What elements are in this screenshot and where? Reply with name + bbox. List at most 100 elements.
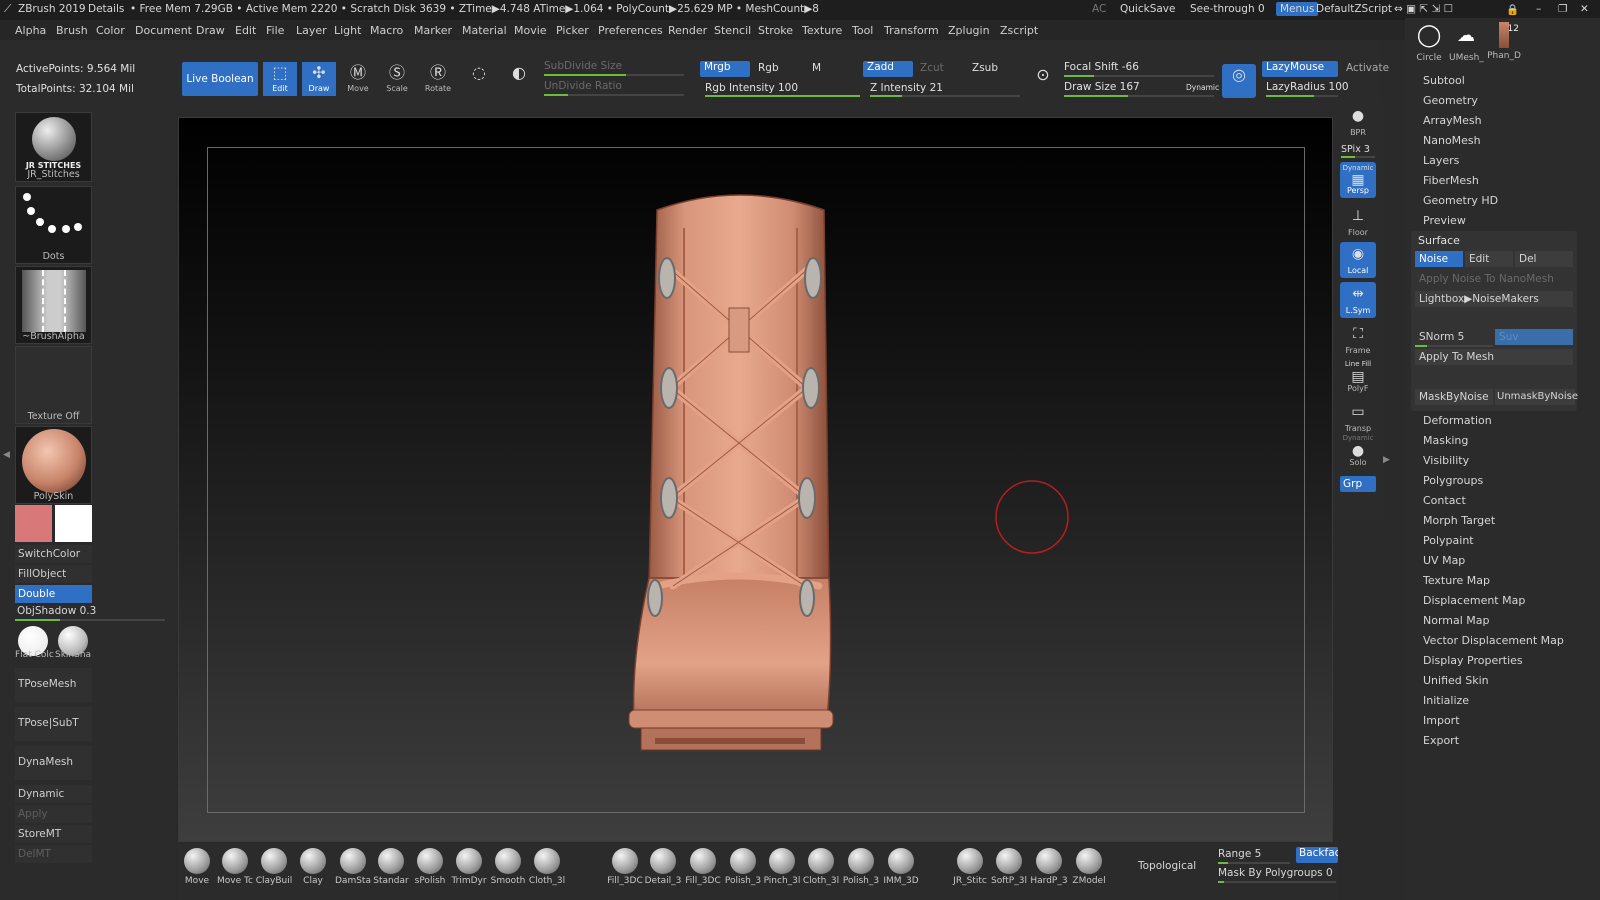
fibermesh-menu[interactable]: FiberMesh [1423,174,1479,187]
masking-menu[interactable]: Masking [1423,434,1468,447]
noise-button[interactable]: Noise [1415,251,1463,267]
visibility-menu[interactable]: Visibility [1423,454,1469,467]
topological-toggle[interactable]: Topological [1138,860,1196,872]
unmask-by-noise-button[interactable]: UnmaskByNoise [1495,389,1578,405]
lazy-mouse-button[interactable]: LazyMouse [1262,61,1338,77]
brush-shortcut-button[interactable]: Polish_3 [724,848,762,886]
floor-button[interactable]: ⊥ Floor [1340,204,1376,240]
snorm-slider[interactable]: SNorm 5 [1415,329,1493,345]
lsym-button[interactable]: ⇹ L.Sym [1340,282,1376,318]
menu-stroke[interactable]: Stroke [758,24,793,37]
menu-material[interactable]: Material [462,24,507,37]
rgb-intensity-slider[interactable]: Rgb Intensity 100 [705,82,798,94]
zcut-button[interactable]: Zcut [920,62,944,74]
apply-button[interactable]: Apply [15,805,92,823]
default-zscript-button[interactable]: DefaultZScript [1316,3,1392,15]
close-icon[interactable]: ✕ [1580,3,1589,15]
stroke-sculpt-button[interactable]: ⊙ [1026,64,1060,98]
minimize-icon[interactable]: – [1536,3,1541,15]
nanomesh-menu[interactable]: NanoMesh [1423,134,1481,147]
menu-edit[interactable]: Edit [235,24,256,37]
mask-by-noise-button[interactable]: MaskByNoise [1415,389,1493,405]
unified-skin-menu[interactable]: Unified Skin [1423,674,1489,687]
import-menu[interactable]: Import [1423,714,1460,727]
menu-marker[interactable]: Marker [414,24,452,37]
geometry-menu[interactable]: Geometry [1423,94,1478,107]
display-properties-menu[interactable]: Display Properties [1423,654,1523,667]
menu-file[interactable]: File [266,24,284,37]
draw-mode-button[interactable]: ✣ Draw [302,62,336,96]
brush-shortcut-button[interactable]: HardP_3 [1030,848,1068,886]
morph-target-menu[interactable]: Morph Target [1423,514,1495,527]
noise-del-button[interactable]: Del [1515,251,1573,267]
details-button[interactable]: Details [88,3,124,15]
move-mode-button[interactable]: Ⓜ Move [341,62,375,96]
brush-shortcut-button[interactable]: Move Tc [216,848,254,886]
lazy-radius-slider[interactable]: LazyRadius 100 [1266,81,1349,93]
mask-by-polygroups-slider[interactable]: Mask By Polygroups 0 [1218,867,1333,879]
undivide-ratio-slider[interactable]: UnDivide Ratio [544,80,622,92]
brush-shortcut-button[interactable]: sPolish [411,848,449,886]
brush-shortcut-button[interactable]: TrimDyr [450,848,488,886]
polygroups-menu[interactable]: Polygroups [1423,474,1483,487]
live-boolean-button[interactable]: Live Boolean [182,62,258,96]
vector-displacement-map-menu[interactable]: Vector Displacement Map [1423,634,1564,647]
subdivide-size-slider[interactable]: SubDivide Size [544,60,622,72]
store-mt-button[interactable]: StoreMT [15,825,92,843]
solo-button[interactable]: Dynamic ● Solo [1340,434,1376,470]
menu-brush[interactable]: Brush [56,24,88,37]
layout-icons[interactable]: ⇔ ▣ ⇱ ⇲ ☐ [1394,3,1453,15]
menu-macro[interactable]: Macro [370,24,403,37]
apply-noise-nanomesh-button[interactable]: Apply Noise To NanoMesh [1415,271,1573,287]
switch-color-button[interactable]: SwitchColor [15,545,92,563]
z-intensity-slider[interactable]: Z Intensity 21 [870,82,943,94]
uv-map-menu[interactable]: UV Map [1423,554,1465,567]
export-menu[interactable]: Export [1423,734,1459,747]
draw-size-slider[interactable]: Draw Size 167 [1064,81,1140,93]
menu-movie[interactable]: Movie [514,24,547,37]
menu-stencil[interactable]: Stencil [714,24,751,37]
frame-button[interactable]: ⛶ Frame [1340,322,1376,358]
menu-layer[interactable]: Layer [296,24,327,37]
restore-icon[interactable]: ❐ [1558,3,1567,15]
backface-mask-button[interactable]: Backfac [1296,847,1338,863]
brush-shortcut-button[interactable]: JR_Stitc [951,848,989,886]
brush-shortcut-button[interactable]: DamSta [334,848,372,886]
alpha-thumbnail[interactable]: ~BrushAlpha [15,266,92,344]
menus-toggle[interactable]: Menus [1276,2,1319,16]
circle-tool-thumb[interactable]: ◯ Circle [1413,22,1445,63]
geometry-hd-menu[interactable]: Geometry HD [1423,194,1498,207]
canvas-viewport[interactable] [178,117,1333,842]
normal-map-menu[interactable]: Normal Map [1423,614,1490,627]
initialize-menu[interactable]: Initialize [1423,694,1469,707]
brush-shortcut-button[interactable]: Fill_3DC [606,848,644,886]
brush-thumbnail[interactable]: JR STITCHES JR_Stitches [15,112,92,182]
stroke-thumbnail[interactable]: Dots [15,186,92,264]
arraymesh-menu[interactable]: ArrayMesh [1423,114,1482,127]
persp-button[interactable]: Dynamic ▦ Persp [1340,162,1376,198]
noise-edit-button[interactable]: Edit [1465,251,1513,267]
lazy-mouse-toggle-button[interactable]: ◎ [1222,64,1256,98]
local-button[interactable]: ◉ Local [1340,242,1376,278]
brush-shortcut-button[interactable]: Cloth_3l [528,848,566,886]
spix-slider[interactable]: SPix 3 [1341,144,1370,155]
brush-shortcut-button[interactable]: Standar [372,848,410,886]
menu-tool[interactable]: Tool [852,24,873,37]
brush-shortcut-button[interactable]: Clay [294,848,332,886]
right-tray-handle-icon[interactable]: ▶ [1383,455,1390,465]
scale-mode-button[interactable]: Ⓢ Scale [380,62,414,96]
menu-texture[interactable]: Texture [802,24,842,37]
tpose-subt-button[interactable]: TPose|SubT [15,707,92,741]
brush-shortcut-button[interactable]: ZModel [1070,848,1108,886]
surface-title[interactable]: Surface [1418,234,1460,247]
lightbox-noisemakers-button[interactable]: Lightbox▶NoiseMakers [1415,291,1573,307]
menu-transform[interactable]: Transform [884,24,939,37]
menu-alpha[interactable]: Alpha [15,24,46,37]
layers-menu[interactable]: Layers [1423,154,1459,167]
dynamic-size-toggle[interactable]: Dynamic [1186,83,1219,92]
zsub-button[interactable]: Zsub [972,62,998,74]
double-button[interactable]: Double [15,585,92,603]
dynamic-button[interactable]: Dynamic [15,785,92,803]
boot-model[interactable] [179,118,1334,843]
brush-shortcut-button[interactable]: Detail_3 [644,848,682,886]
